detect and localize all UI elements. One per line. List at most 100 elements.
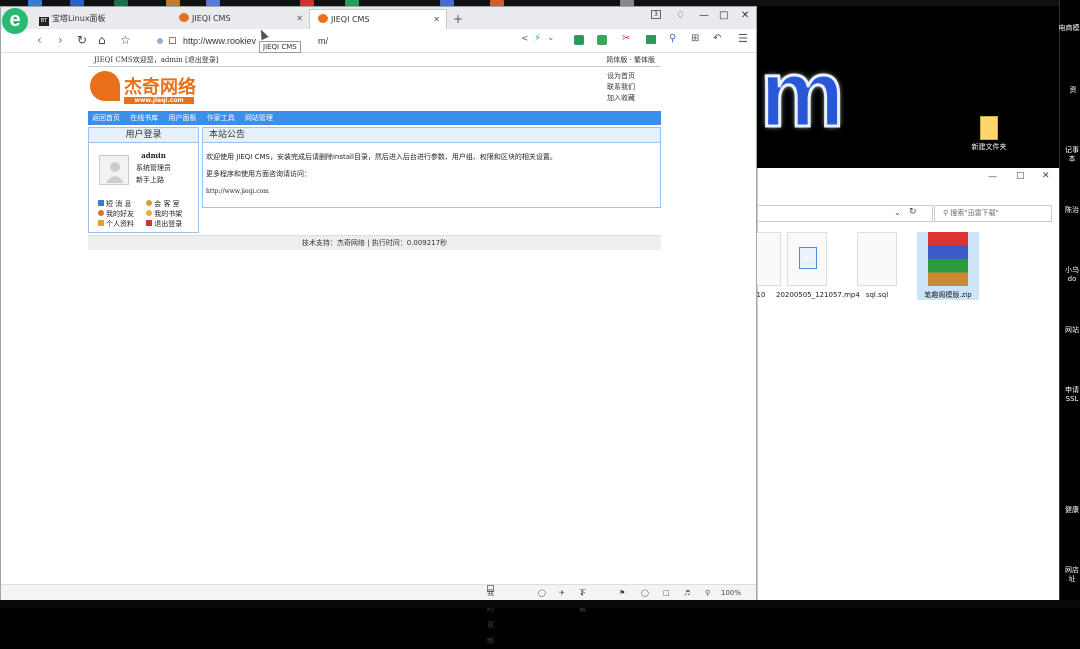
nav-user-panel[interactable]: 用户面板 (168, 114, 196, 122)
user-login-panel: 用户登录 admin 系统管理员 新手上路 短 消 息 会 客 室 我的好友 我… (88, 127, 199, 233)
close-icon[interactable]: ✕ (741, 10, 749, 21)
search-placeholder: 搜索"迅雷下载" (950, 209, 999, 217)
bookshelf-link[interactable]: 我的书架 (146, 209, 192, 219)
grid-icon[interactable]: ⊞ (691, 33, 699, 44)
undo-icon[interactable]: ↶ (713, 33, 721, 44)
friends-link[interactable]: 我的好友 (98, 209, 144, 219)
desktop-icon-label: 小乌 do (1065, 266, 1079, 283)
desktop-icon[interactable]: 申请 SSL (1062, 386, 1080, 404)
status-icon[interactable]: ◯ (641, 585, 649, 601)
desktop-icon-label: 健康 (1065, 506, 1079, 514)
chat-icon[interactable] (646, 35, 656, 44)
header-links: 设为首页 联系我们 加入收藏 (607, 71, 635, 104)
close-icon[interactable]: ✕ (1042, 171, 1050, 181)
messages-link[interactable]: 短 消 息 (98, 199, 144, 209)
tab-jieqi-1[interactable]: JIEQI CMS ✕ (171, 9, 309, 29)
share-icon[interactable]: < (521, 34, 529, 44)
jieqi-site: JIEQI CMS欢迎您，admin [退出登录] 简体版 · 繁体版 杰奇网络… (88, 54, 661, 250)
traditional-link[interactable]: 繁体版 (634, 56, 655, 64)
refresh-icon[interactable]: ↻ (909, 207, 917, 217)
contact-link[interactable]: 联系我们 (607, 82, 635, 93)
shield-icon[interactable] (574, 35, 584, 45)
browser-logo-icon[interactable]: e (2, 8, 28, 34)
panel-title: 用户登录 (89, 128, 198, 143)
back-icon[interactable]: ‹ (37, 33, 42, 47)
explorer-search-input[interactable]: ⚲ 搜索"迅雷下载" (934, 205, 1052, 222)
mail-icon (98, 200, 104, 206)
zoom-icon[interactable]: ⚲ (705, 585, 710, 601)
nav-library[interactable]: 在线书库 (130, 114, 158, 122)
status-icon[interactable]: ✈ (559, 585, 565, 601)
scissors-icon[interactable]: ✂ (622, 33, 630, 44)
site-logo-icon[interactable] (90, 71, 120, 101)
desktop-icon[interactable]: 资 (1065, 86, 1080, 95)
menu-icon[interactable]: ☰ (738, 32, 748, 45)
desktop-icon[interactable]: 健康 (1062, 506, 1080, 515)
translate-icon[interactable] (597, 35, 607, 45)
status-icon[interactable]: ◯ (538, 585, 546, 601)
speaker-icon[interactable]: ♬ (684, 585, 690, 601)
desktop-icon-label: 网店 址 (1065, 566, 1079, 583)
link-label: 会 客 室 (154, 200, 180, 208)
desktop-icon[interactable]: 记事本 (1062, 146, 1080, 164)
file-name: 笔趣阁模版.zip (924, 291, 972, 299)
folder-icon (980, 116, 998, 140)
tab-count-icon[interactable]: 3 (651, 10, 661, 19)
close-tab-icon[interactable]: ✕ (433, 10, 440, 30)
file-item-selected[interactable]: 笔趣阁模版.zip (917, 232, 979, 300)
nav-author-tools[interactable]: 作家工具 (207, 114, 235, 122)
maximize-icon[interactable]: □ (719, 10, 728, 21)
profile-link[interactable]: 个人资料 (98, 219, 144, 229)
status-icon[interactable]: □ (663, 585, 670, 601)
lightning-icon[interactable]: ⚡ (534, 33, 541, 44)
minimize-icon[interactable]: — (699, 10, 709, 21)
url-text-tail: m/ (318, 36, 329, 46)
reload-icon[interactable]: ↻ (77, 33, 87, 47)
bookmark-link[interactable]: 加入收藏 (607, 93, 635, 104)
minimize-icon[interactable]: — (988, 172, 997, 182)
file-item[interactable]: MP4 20200505_121057.mp4 (776, 232, 860, 300)
page-content: JIEQI CMS欢迎您，admin [退出登录] 简体版 · 繁体版 杰奇网络… (1, 54, 756, 590)
chevron-down-icon[interactable]: ⌄ (894, 208, 901, 217)
new-tab-button[interactable]: + (453, 12, 463, 26)
explorer-address-bar[interactable]: ⌄ (758, 205, 933, 222)
simplified-link[interactable]: 简体版 (606, 56, 627, 64)
desktop-icon-label: 电商模 (1058, 24, 1080, 32)
desktop-icon[interactable]: 小乌 do (1062, 266, 1080, 284)
logout-link[interactable]: 退出登录 (146, 219, 192, 229)
star-icon[interactable]: ☆ (120, 33, 131, 47)
set-homepage-link[interactable]: 设为首页 (607, 71, 635, 82)
home-icon[interactable]: ⌂ (98, 33, 106, 47)
friend-icon (98, 210, 104, 216)
chevron-down-icon[interactable]: ⌄ (547, 33, 555, 43)
desktop-icon-new-folder[interactable]: 新建文件夹 (966, 116, 1012, 152)
site-logo[interactable]: 杰奇网络 www.jieqi.com (124, 73, 196, 104)
address-bar: ‹ › ↻ ⌂ ☆ http://www.rookiev m/ < ⚡ ⌄ ✂ ⚲… (1, 29, 756, 53)
zoom-level[interactable]: 100% (721, 585, 741, 601)
jieqi-link[interactable]: http://www.jieqi.com (206, 183, 657, 200)
nav-home[interactable]: 返回首页 (92, 114, 120, 122)
desktop-icon[interactable]: 陈治 (1062, 206, 1080, 215)
close-tab-icon[interactable]: ✕ (296, 9, 303, 29)
search-icon[interactable]: ⚲ (669, 33, 676, 44)
nav-site-admin[interactable]: 网站管理 (245, 114, 273, 122)
shirt-icon[interactable]: ♢ (676, 10, 685, 21)
desktop-icon[interactable]: 电商模 (1058, 24, 1080, 33)
url-input[interactable]: http://www.rookiev m/ (183, 36, 328, 46)
tab-bt-panel[interactable]: BT 宝塔Linux面板 (31, 9, 171, 29)
flag-icon[interactable]: ⚑ (619, 585, 625, 601)
brand-url: www.jieqi.com (124, 97, 194, 104)
tab-jieqi-2[interactable]: JIEQI CMS ✕ (309, 9, 447, 29)
file-item[interactable]: sql.sql (846, 232, 908, 300)
desktop-icon[interactable]: 网店 址 (1062, 566, 1080, 584)
brand-name: 杰奇网络 (124, 77, 196, 98)
desktop-icon-label: 网站 (1065, 326, 1079, 334)
link-label: 个人资料 (106, 220, 134, 228)
reception-link[interactable]: 会 客 室 (146, 199, 192, 209)
jieqi-favicon-icon (318, 14, 328, 23)
maximize-icon[interactable]: □ (1016, 171, 1025, 181)
desktop-icon[interactable]: 网站 (1062, 326, 1080, 335)
desktop-icon-label: 陈治 (1065, 206, 1079, 214)
forward-icon[interactable]: › (58, 33, 63, 47)
link-label: 我的好友 (106, 210, 134, 218)
